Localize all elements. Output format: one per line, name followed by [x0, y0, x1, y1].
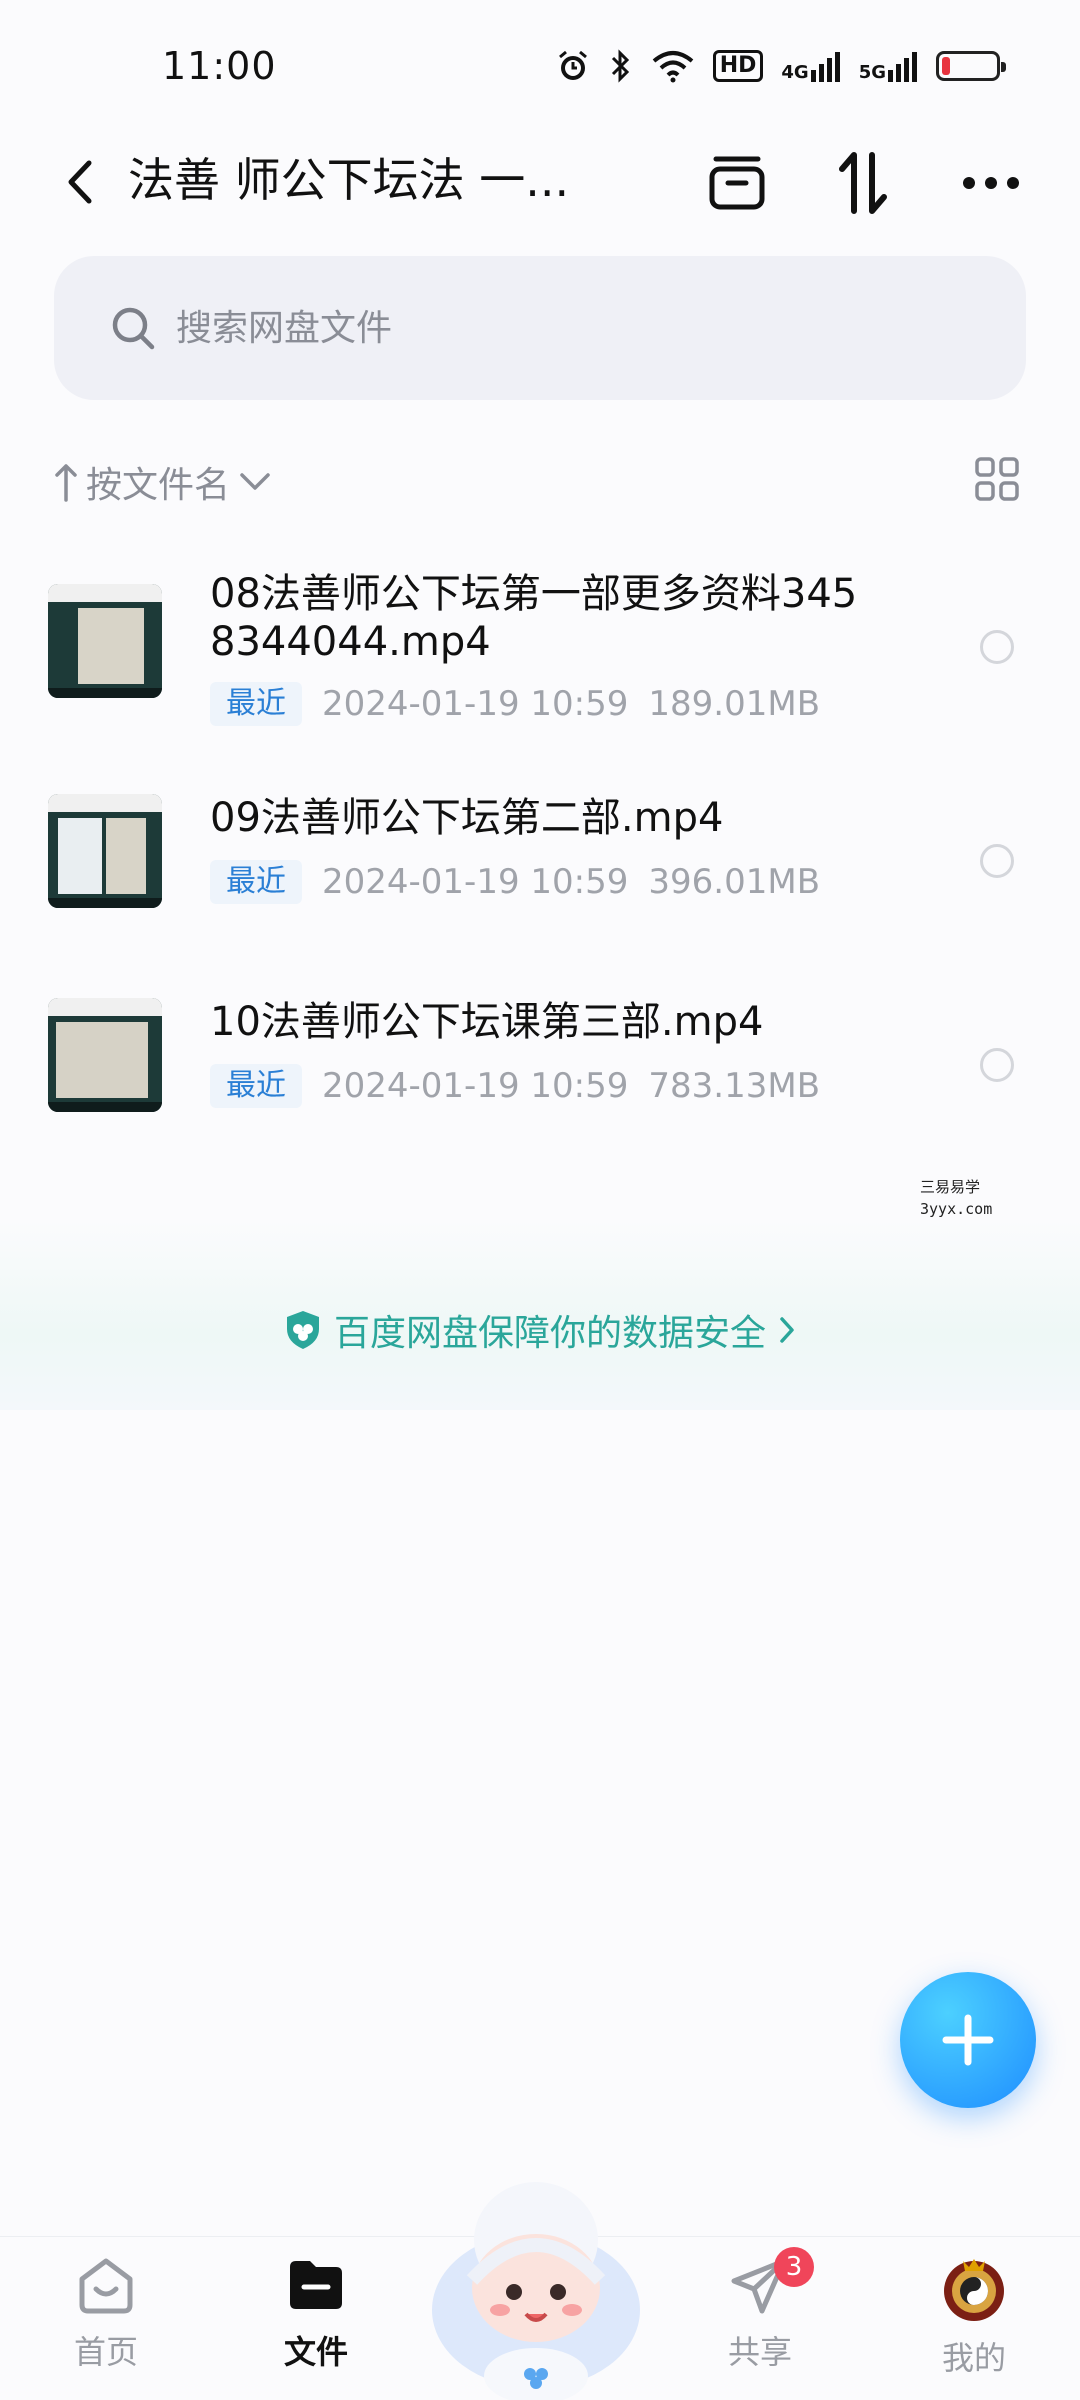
- file-date: 2024-01-19 10:59: [322, 1066, 629, 1106]
- file-date: 2024-01-19 10:59: [322, 862, 629, 902]
- file-meta: 最近 2024-01-19 10:59 189.01MB: [210, 682, 820, 726]
- recent-badge: 最近: [210, 682, 302, 726]
- nav-home[interactable]: 首页: [26, 2253, 186, 2373]
- select-checkbox[interactable]: [980, 844, 1014, 878]
- security-link[interactable]: 百度网盘保障你的数据安全: [0, 1304, 1080, 1356]
- page-title: 法善 师公下坛法 一...: [128, 153, 570, 207]
- file-name: 08法善师公下坛第一部更多资料3458344044.mp4: [210, 571, 858, 665]
- battery-level: [942, 57, 950, 75]
- recent-badge: 最近: [210, 1064, 302, 1108]
- select-checkbox[interactable]: [980, 1048, 1014, 1082]
- security-banner: 百度网盘保障你的数据安全: [0, 1220, 1080, 1410]
- arrow-up-icon: [55, 464, 77, 502]
- signal-5g-icon: 5G: [859, 50, 918, 82]
- status-time: 11:00: [162, 44, 277, 88]
- recent-badge: 最近: [210, 860, 302, 904]
- share-badge: 3: [774, 2247, 814, 2287]
- video-thumbnail: [48, 794, 162, 908]
- folder-icon: [290, 2261, 342, 2309]
- security-text: 百度网盘保障你的数据安全: [333, 1313, 766, 1354]
- more-icon: [963, 177, 1019, 189]
- sort-swap-icon: [839, 152, 887, 214]
- nav-me[interactable]: 我的: [894, 2253, 1054, 2379]
- file-item[interactable]: 09法善师公下坛第二部.mp4 最近 2024-01-19 10:59 396.…: [0, 772, 1080, 976]
- archive-icon: [709, 156, 765, 210]
- file-item[interactable]: 10法善师公下坛课第三部.mp4 最近 2024-01-19 10:59 783…: [0, 976, 1080, 1180]
- file-meta: 最近 2024-01-19 10:59 396.01MB: [210, 860, 820, 904]
- back-icon: [68, 160, 92, 204]
- chevron-right-icon: [780, 1317, 794, 1343]
- status-bar: 11:00 HD 4G 5G: [0, 0, 1080, 130]
- file-date: 2024-01-19 10:59: [322, 684, 629, 724]
- archive-button[interactable]: [702, 148, 772, 218]
- back-button[interactable]: [50, 152, 110, 212]
- file-list: 08法善师公下坛第一部更多资料3458344044.mp4 最近 2024-01…: [0, 560, 1080, 1180]
- sort-row: 按文件名: [54, 450, 1026, 514]
- plus-icon: [942, 2014, 994, 2066]
- search-bar[interactable]: [54, 256, 1026, 400]
- nav-files-label: 文件: [283, 2333, 348, 2371]
- nav-home-label: 首页: [73, 2333, 138, 2371]
- status-icons: HD 4G 5G: [555, 46, 1006, 86]
- file-name: 10法善师公下坛课第三部.mp4: [210, 999, 764, 1045]
- mascot-button[interactable]: [426, 2170, 646, 2400]
- chevron-down-icon: [240, 473, 270, 490]
- more-button[interactable]: [956, 148, 1026, 218]
- home-icon: [79, 2258, 133, 2314]
- wifi-icon: [652, 51, 693, 83]
- battery-icon: [936, 51, 1006, 81]
- search-icon: [112, 307, 155, 350]
- search-input[interactable]: [176, 307, 976, 349]
- file-meta: 最近 2024-01-19 10:59 783.13MB: [210, 1064, 820, 1108]
- file-name: 09法善师公下坛第二部.mp4: [210, 795, 724, 841]
- grid-view-button[interactable]: [974, 456, 1020, 506]
- file-item[interactable]: 08法善师公下坛第一部更多资料3458344044.mp4 最近 2024-01…: [0, 560, 1080, 772]
- avatar: [944, 2259, 1004, 2321]
- add-button[interactable]: [900, 1972, 1036, 2108]
- hd-badge: HD: [712, 50, 764, 82]
- file-size: 783.13MB: [648, 1066, 821, 1106]
- grid-view-icon: [975, 457, 1019, 501]
- watermark: 三易易学 3yyx.com: [920, 1178, 993, 1218]
- nav-share[interactable]: 3 共享: [680, 2247, 840, 2373]
- file-size: 189.01MB: [648, 684, 821, 724]
- sort-label: 按文件名: [86, 465, 231, 506]
- nav-files[interactable]: 文件: [236, 2253, 396, 2373]
- select-checkbox[interactable]: [980, 630, 1014, 664]
- alarm-icon: [558, 50, 587, 80]
- nav-share-label: 共享: [727, 2333, 792, 2371]
- shield-icon: [286, 1311, 319, 1349]
- nav-me-label: 我的: [941, 2339, 1006, 2377]
- sort-by-name-button[interactable]: 按文件名: [54, 456, 272, 508]
- sort-swap-button[interactable]: [828, 148, 898, 218]
- header-bar: 法善 师公下坛法 一...: [0, 130, 1080, 230]
- video-thumbnail: [48, 584, 162, 698]
- file-size: 396.01MB: [648, 862, 821, 902]
- signal-4g-icon: 4G: [781, 50, 840, 82]
- bluetooth-icon: [611, 49, 629, 83]
- video-thumbnail: [48, 998, 162, 1112]
